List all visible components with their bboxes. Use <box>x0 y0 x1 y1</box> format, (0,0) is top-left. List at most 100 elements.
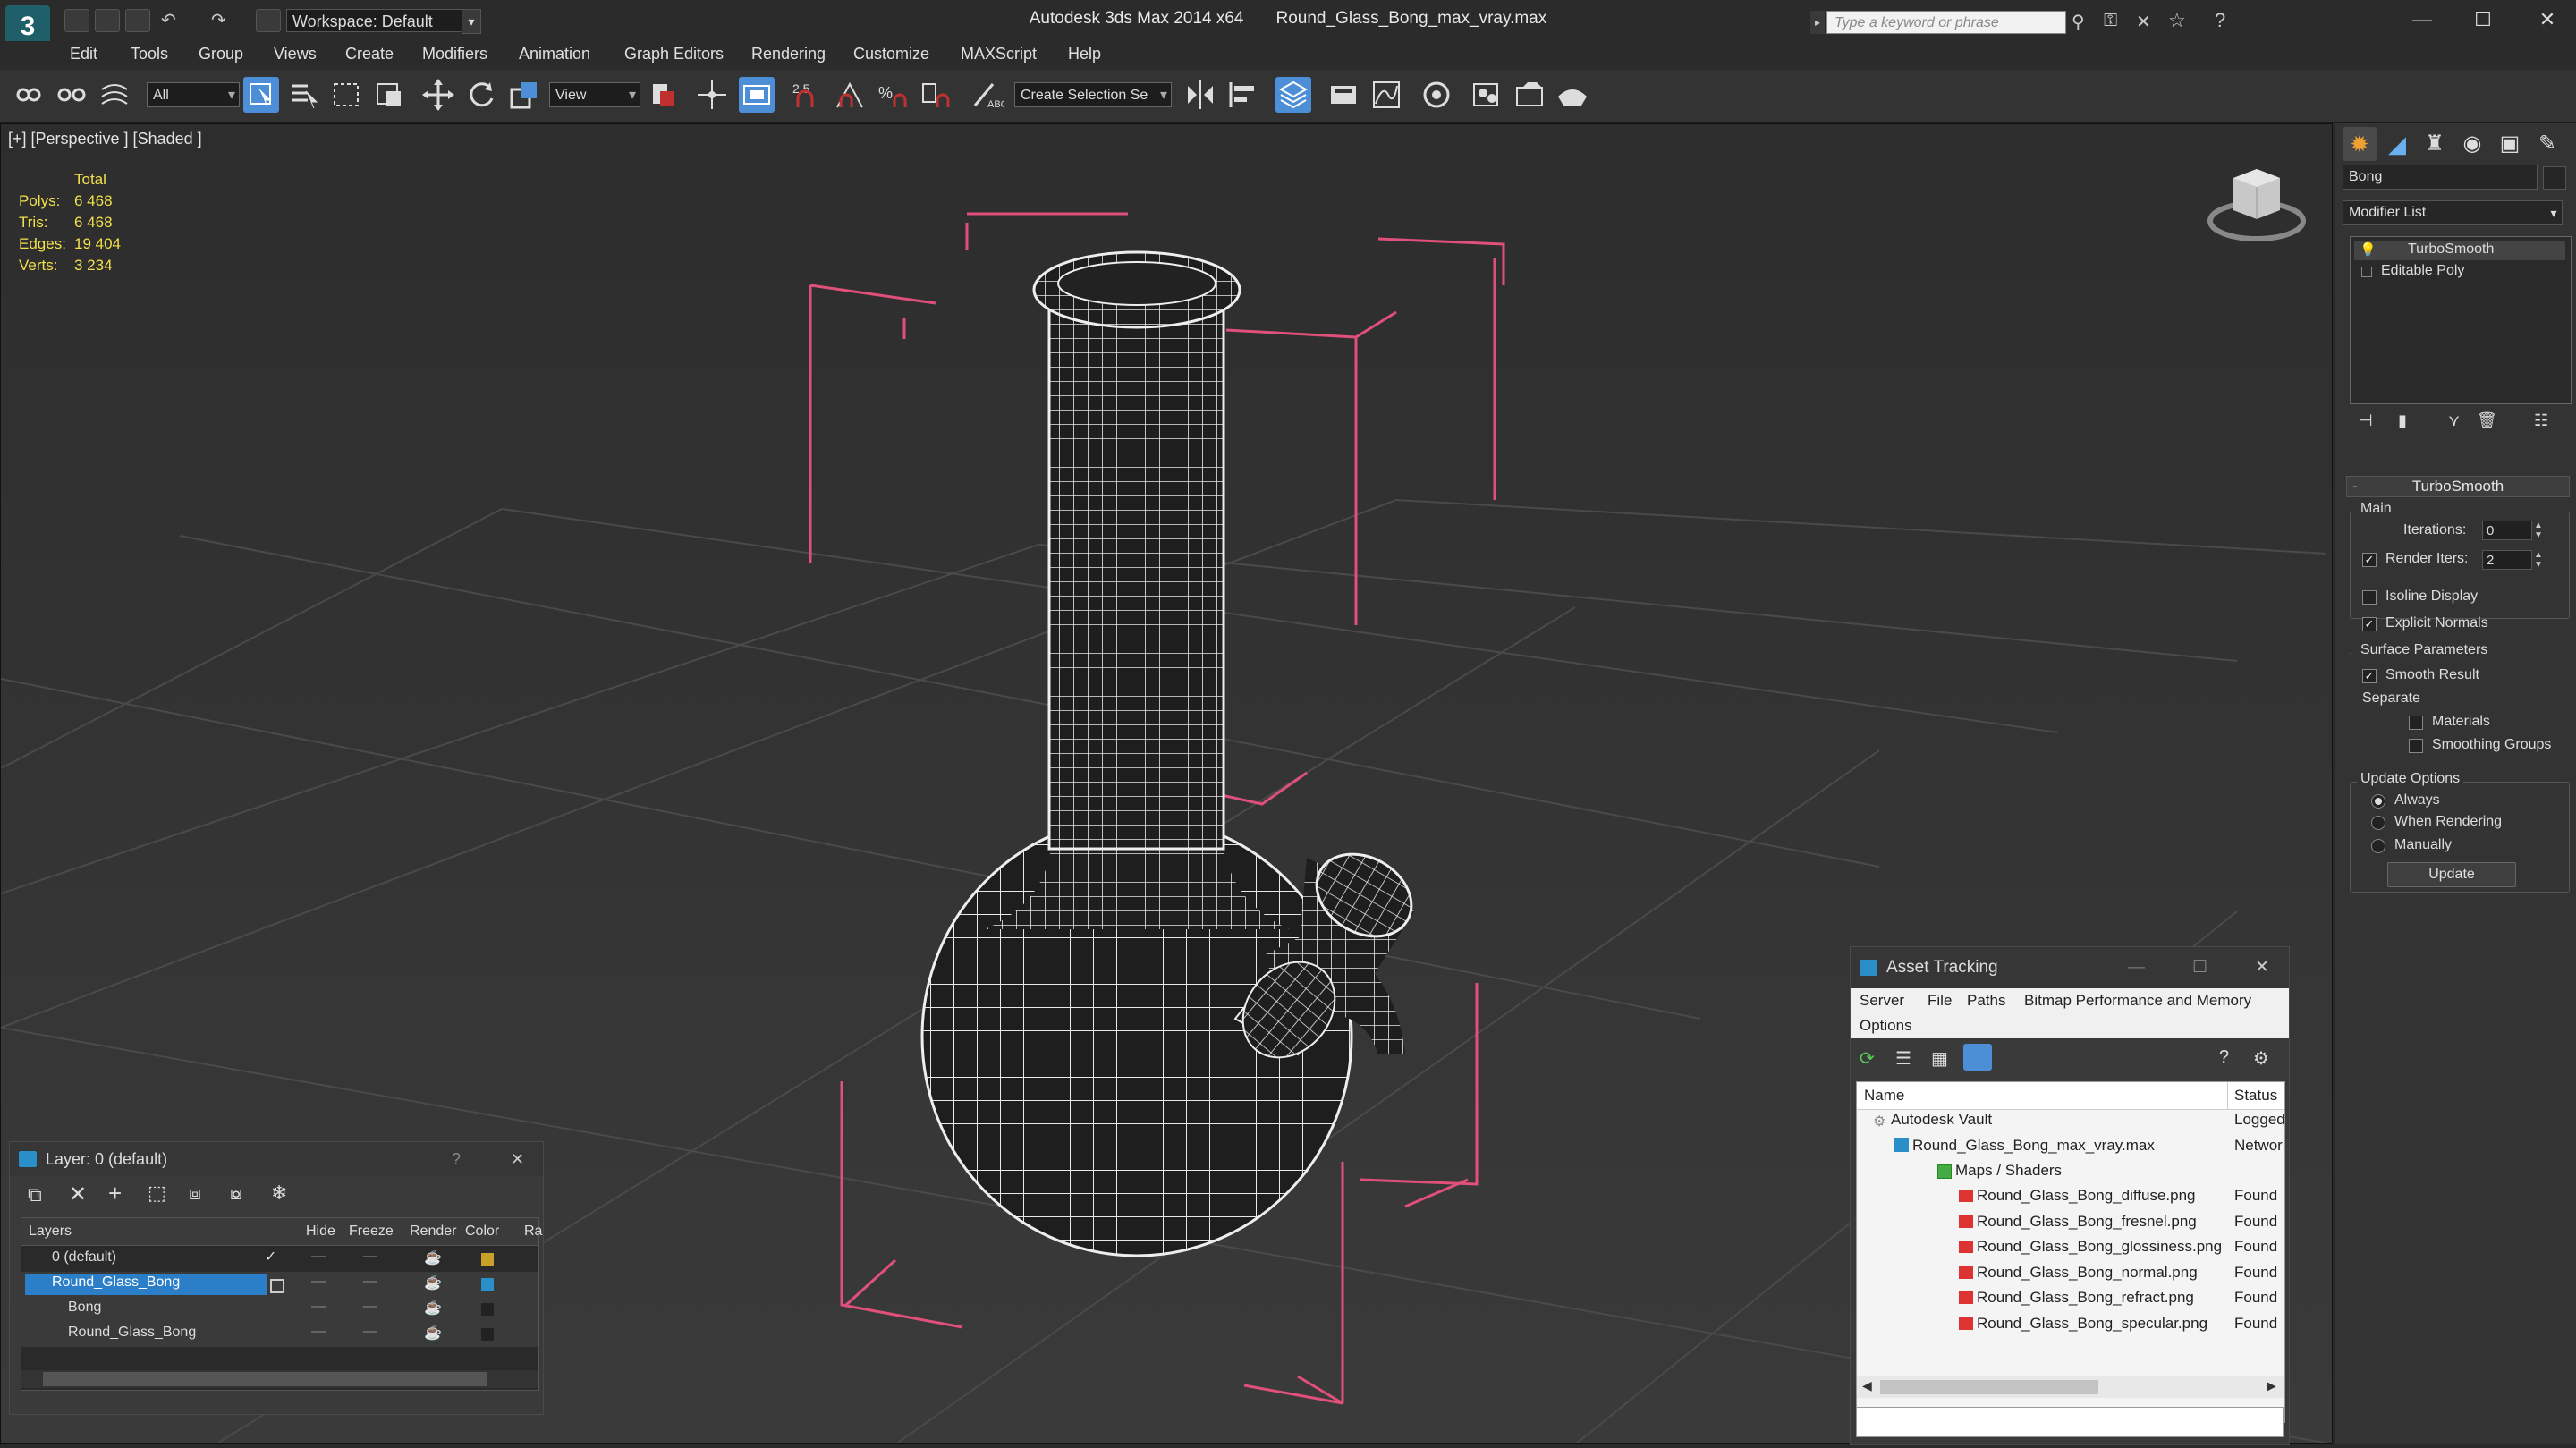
freeze-toggle-icon[interactable]: — <box>363 1324 377 1340</box>
explicit-normals-checkbox[interactable]: ✓ <box>2362 617 2377 631</box>
hide-all-layers-icon[interactable]: ⧇ <box>230 1181 242 1205</box>
asset-row-name[interactable]: Round_Glass_Bong_glossiness.png <box>1977 1238 2222 1256</box>
close-icon[interactable]: ✕ <box>2526 4 2569 36</box>
materials-checkbox[interactable] <box>2409 716 2423 730</box>
exchange-icon[interactable]: ✕ <box>2136 11 2159 34</box>
reference-coordinate-dropdown[interactable]: View <box>549 82 640 108</box>
menu-group[interactable]: Group <box>199 45 243 64</box>
asset-horizontal-scrollbar[interactable]: ◀ ▶ <box>1857 1376 2284 1398</box>
help-icon[interactable]: ? <box>2219 1047 2229 1068</box>
asset-list[interactable]: Name Status Autodesk Vault Logged Round_G… <box>1856 1081 2285 1423</box>
column-color[interactable]: Color <box>465 1224 499 1240</box>
object-color-swatch[interactable] <box>2543 166 2566 190</box>
bind-space-warp-icon[interactable] <box>97 77 132 113</box>
help-icon[interactable]: ? <box>452 1142 461 1176</box>
stack-item-turbosmooth[interactable]: 💡 TurboSmooth <box>2354 241 2565 260</box>
asset-menu-bitmap[interactable]: Bitmap Performance and Memory <box>2024 992 2251 1010</box>
bulb-icon[interactable]: 💡 <box>2360 241 2377 258</box>
asset-menu-server[interactable]: Server <box>1860 992 1904 1010</box>
horizontal-scrollbar[interactable] <box>21 1370 538 1388</box>
help-icon[interactable]: ? <box>2215 9 2238 32</box>
menu-graph-editors[interactable]: Graph Editors <box>624 45 724 64</box>
delete-layer-icon[interactable]: ✕ <box>69 1181 87 1207</box>
column-status[interactable]: Status <box>2234 1087 2277 1105</box>
key-icon[interactable]: ⚿ <box>2104 11 2127 34</box>
edit-named-selection-icon[interactable]: ABC <box>968 77 1008 113</box>
close-icon[interactable]: ✕ <box>511 1142 524 1176</box>
maximize-icon[interactable]: ☐ <box>2192 947 2207 988</box>
table-view-icon[interactable]: ▦ <box>1931 1047 1948 1070</box>
scroll-left-icon[interactable]: ◀ <box>1862 1378 1872 1393</box>
iterations-spinner[interactable]: 0 <box>2482 521 2532 540</box>
menu-create[interactable]: Create <box>345 45 394 64</box>
render-production-icon[interactable] <box>1555 77 1590 113</box>
layer-color-swatch[interactable] <box>481 1303 494 1316</box>
object-name-input[interactable]: Bong <box>2343 165 2538 190</box>
select-object-icon[interactable] <box>243 77 279 113</box>
turbosmooth-rollout-header[interactable]: - TurboSmooth <box>2346 476 2570 497</box>
highlight-layer-icon[interactable]: ⧈ <box>189 1181 201 1205</box>
percent-snap-icon[interactable]: % <box>875 77 911 113</box>
maximize-icon[interactable]: ☐ <box>2462 4 2504 36</box>
update-button[interactable]: Update <box>2387 862 2516 887</box>
column-layers[interactable]: Layers <box>29 1224 72 1240</box>
menu-animation[interactable]: Animation <box>519 45 590 64</box>
modify-tab-icon[interactable]: ◢ <box>2380 127 2414 161</box>
search-input[interactable]: Type a keyword or phrase <box>1826 11 2066 34</box>
menu-help[interactable]: Help <box>1068 45 1101 64</box>
select-and-scale-icon[interactable] <box>506 77 542 113</box>
make-unique-icon[interactable]: ⋎ <box>2448 411 2460 430</box>
search-expand-icon[interactable]: ▸ <box>1810 11 1825 34</box>
asset-row-name[interactable]: Round_Glass_Bong_diffuse.png <box>1977 1187 2195 1205</box>
create-layer-icon[interactable]: ⧉ <box>28 1183 42 1207</box>
favorites-star-icon[interactable]: ☆ <box>2168 9 2191 32</box>
utilities-tab-icon[interactable]: ✎ <box>2530 127 2564 161</box>
keyboard-shortcut-override-icon[interactable] <box>739 77 775 113</box>
manually-radio[interactable] <box>2371 839 2385 853</box>
show-end-result-icon[interactable]: ▮ <box>2398 411 2407 430</box>
scroll-right-icon[interactable]: ▶ <box>2267 1378 2276 1393</box>
column-freeze[interactable]: Freeze <box>349 1224 394 1240</box>
select-and-rotate-icon[interactable] <box>463 77 499 113</box>
schematic-view-icon[interactable] <box>1419 77 1454 113</box>
add-to-layer-icon[interactable]: + <box>108 1180 122 1207</box>
list-view-icon[interactable]: ☰ <box>1895 1047 1911 1070</box>
asset-row-name[interactable]: Maps / Shaders <box>1955 1162 2062 1180</box>
hide-toggle-icon[interactable]: — <box>311 1299 326 1315</box>
freeze-all-layers-icon[interactable]: ❄ <box>271 1181 287 1205</box>
smooth-result-checkbox[interactable]: ✓ <box>2362 669 2377 683</box>
mirror-icon[interactable] <box>1182 77 1218 113</box>
when-rendering-radio[interactable] <box>2371 816 2385 830</box>
minimize-icon[interactable]: — <box>2401 4 2444 36</box>
motion-tab-icon[interactable]: ◉ <box>2455 127 2489 161</box>
hide-toggle-icon[interactable]: — <box>311 1274 326 1290</box>
select-and-move-icon[interactable] <box>420 77 456 113</box>
layer-list[interactable]: Layers Hide Freeze Render Color Ra 0 (de… <box>21 1217 542 1391</box>
spinner-snap-icon[interactable] <box>918 77 953 113</box>
layer-manager-icon[interactable] <box>1275 77 1311 113</box>
asset-row-name[interactable]: Round_Glass_Bong_fresnel.png <box>1977 1213 2197 1231</box>
asset-path-field[interactable] <box>1856 1407 2284 1437</box>
select-by-name-icon[interactable] <box>286 77 322 113</box>
settings-icon[interactable]: ⚙ <box>2253 1047 2269 1070</box>
hierarchy-tab-icon[interactable]: ♜ <box>2418 127 2452 161</box>
layer-dialog-titlebar[interactable]: Layer: 0 (default) ? ✕ <box>10 1142 543 1176</box>
manipulate-icon[interactable] <box>694 77 730 113</box>
column-name[interactable]: Name <box>1864 1087 1904 1105</box>
asset-menu-paths[interactable]: Paths <box>1967 992 2005 1010</box>
curve-editor-icon[interactable] <box>1368 77 1404 113</box>
render-iters-spinner[interactable]: 2 <box>2482 550 2532 570</box>
render-teapot-icon[interactable]: ☕ <box>424 1249 442 1266</box>
minimize-icon[interactable]: — <box>2128 947 2145 988</box>
layer-color-swatch[interactable] <box>481 1253 494 1266</box>
rectangular-selection-icon[interactable] <box>329 77 365 113</box>
asset-row-name[interactable]: Round_Glass_Bong_refract.png <box>1977 1289 2194 1307</box>
menu-customize[interactable]: Customize <box>853 45 929 64</box>
expand-toggle-icon[interactable] <box>2361 267 2372 277</box>
active-layer-box-icon[interactable] <box>270 1279 284 1293</box>
unlink-icon[interactable] <box>54 77 89 113</box>
menu-tools[interactable]: Tools <box>131 45 168 64</box>
grid-view-icon[interactable] <box>1963 1044 1992 1071</box>
freeze-toggle-icon[interactable]: — <box>363 1274 377 1290</box>
binoculars-icon[interactable]: ⚲ <box>2072 11 2095 34</box>
